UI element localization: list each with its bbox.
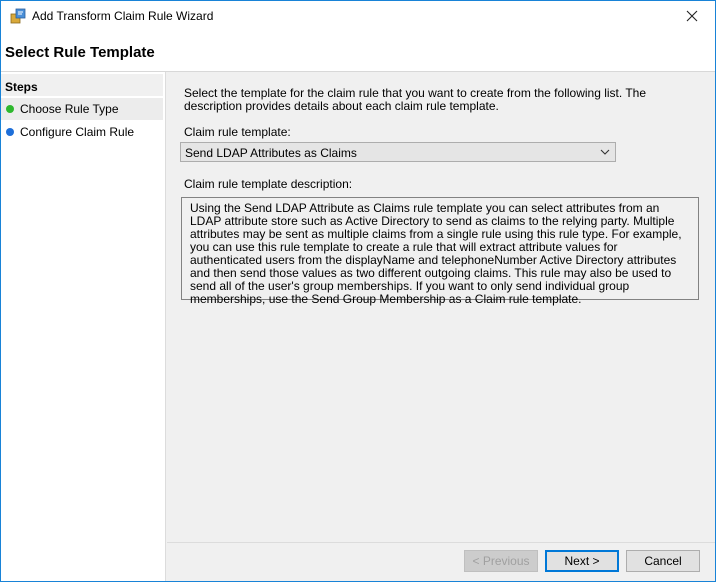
wizard-header: Select Rule Template [1, 31, 715, 72]
wizard-icon [10, 8, 26, 24]
description-box: Using the Send LDAP Attribute as Claims … [181, 197, 699, 306]
steps-heading: Steps [1, 74, 163, 96]
steps-sidebar: Steps Choose Rule Type Configure Claim R… [1, 72, 166, 581]
previous-button[interactable]: < Previous [464, 550, 538, 572]
steps-heading-label: Steps [5, 80, 38, 94]
step-label: Configure Claim Rule [20, 125, 135, 139]
chevron-down-icon [600, 149, 610, 155]
step-label: Choose Rule Type [20, 102, 119, 116]
title-bar: Add Transform Claim Rule Wizard [1, 1, 715, 31]
close-button[interactable] [669, 1, 715, 31]
footer-divider [167, 542, 715, 543]
page-title: Select Rule Template [5, 44, 155, 61]
template-label: Claim rule template: [184, 125, 291, 139]
step-pending-icon [6, 128, 14, 136]
step-configure-claim-rule[interactable]: Configure Claim Rule [1, 121, 163, 143]
template-dropdown[interactable]: Send LDAP Attributes as Claims [180, 142, 616, 162]
cancel-button[interactable]: Cancel [626, 550, 700, 572]
description-label: Claim rule template description: [184, 177, 353, 191]
step-choose-rule-type[interactable]: Choose Rule Type [1, 98, 163, 120]
next-button[interactable]: Next > [545, 550, 619, 572]
window-title: Add Transform Claim Rule Wizard [32, 9, 214, 23]
step-complete-icon [6, 105, 14, 113]
main-content: Select the template for the claim rule t… [167, 72, 715, 542]
close-icon [686, 10, 698, 22]
template-selected-value: Send LDAP Attributes as Claims [185, 146, 357, 160]
wizard-window: Add Transform Claim Rule Wizard Select R… [0, 0, 716, 582]
intro-text: Select the template for the claim rule t… [184, 86, 647, 113]
